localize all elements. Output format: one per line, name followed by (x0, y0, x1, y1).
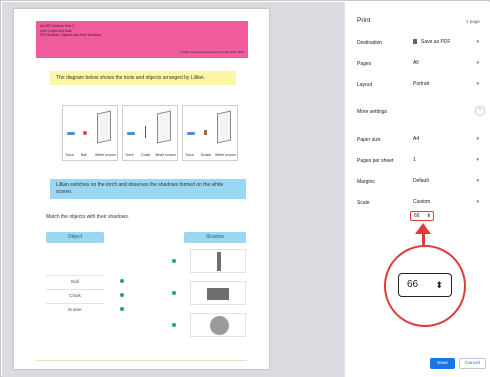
match-dot (172, 259, 176, 263)
scene-label: Ball (81, 153, 87, 157)
white-screen-shape (217, 110, 231, 144)
scene-label: Torch (65, 153, 74, 157)
cancel-button[interactable]: Cancel (459, 358, 486, 369)
white-screen-shape (97, 110, 111, 144)
match-dot (120, 293, 124, 297)
scene-label: Chalk (141, 153, 151, 157)
chevron-down-icon: ▾ (476, 60, 479, 66)
chevron-down-icon: ▾ (476, 199, 479, 205)
scene-label: White screen (215, 153, 236, 157)
zoomed-scale-input: 66 ⬍ (398, 273, 452, 297)
shadow-box-chalk (190, 249, 246, 273)
pages-per-sheet-select[interactable]: 1 ▾ (411, 155, 481, 165)
dialog-title: Print (357, 17, 371, 24)
chalk-icon (145, 126, 146, 138)
scene-ball: Torch Ball White screen (62, 105, 118, 161)
destination-value: Save as PDF (421, 39, 451, 45)
more-settings-label[interactable]: More settings (357, 109, 387, 115)
chevron-down-icon: ▾ (476, 81, 479, 87)
print-preview-area[interactable]: ALLER Science Year 3 Unit 4 Light and Da… (2, 2, 344, 377)
margins-select[interactable]: Default ▾ (411, 176, 481, 186)
layout-value: Portrait (413, 81, 430, 87)
file-icon (413, 39, 417, 44)
torch-icon (187, 132, 195, 135)
print-dialog: ALLER Science Year 3 Unit 4 Light and Da… (0, 0, 490, 377)
layout-select[interactable]: Portrait ▾ (411, 79, 481, 89)
scale-value: Custom (413, 199, 431, 205)
torch-icon (127, 132, 135, 135)
page-count: 1 page (465, 19, 480, 24)
margins-label: Margins (357, 179, 375, 185)
scene-label: Torch (185, 153, 194, 157)
scene-label: White screen (155, 153, 176, 157)
object-label: Chalk (46, 289, 104, 300)
match-dot (120, 307, 124, 311)
chevron-down-icon: ▾ (476, 39, 479, 45)
scale-select[interactable]: Custom ▾ (411, 197, 481, 207)
eraser-shadow-shape (207, 288, 229, 300)
destination-select[interactable]: Save as PDF ▾ (411, 37, 481, 47)
pages-per-sheet-value: 1 (413, 157, 416, 163)
pages-value: All (413, 60, 419, 66)
ball-shadow-shape (210, 316, 229, 335)
destination-label: Destination (357, 40, 383, 46)
page-footer-line (36, 360, 247, 361)
pages-per-sheet-label: Pages per sheet (357, 158, 394, 164)
zoomed-scale-value: 66 (407, 279, 419, 290)
scene-chalk: Torch Chalk White screen (122, 105, 178, 161)
object-row: Eraser (46, 303, 126, 315)
shadow-box-ball (190, 313, 246, 337)
pages-label: Pages (357, 61, 372, 67)
scene-diagram: Torch Ball White screen Torch Chalk Whit… (62, 105, 240, 163)
observation-note: Lillian switches on the torch and observ… (50, 179, 246, 199)
chalk-shadow-shape (217, 252, 221, 271)
spinner-icon[interactable]: ⬍ (427, 212, 431, 220)
match-instruction: Match the objects with their shadows. (46, 214, 130, 220)
pages-select[interactable]: All ▾ (411, 58, 481, 68)
column-header-shadow: Shadow (184, 232, 246, 243)
scene-label: Eraser (201, 153, 212, 157)
header-copyright: © Aller Learning & Assessment Service 20… (180, 50, 244, 54)
object-row: Chalk (46, 289, 126, 301)
custom-scale-input[interactable]: 66 ⬍ (410, 211, 434, 221)
preview-page: ALLER Science Year 3 Unit 4 Light and Da… (14, 9, 269, 369)
layout-label: Layout (357, 82, 373, 88)
spinner-icon: ⬍ (435, 280, 443, 290)
object-label: Ball (46, 275, 104, 286)
intro-text: The diagram below shows the tools and ob… (50, 71, 236, 85)
eraser-icon (204, 130, 207, 135)
shadow-box-eraser (190, 281, 246, 305)
save-button[interactable]: Save (430, 358, 455, 369)
chevron-down-icon: ▾ (476, 178, 479, 184)
margins-value: Default (413, 178, 429, 184)
custom-scale-value: 66 (414, 213, 420, 219)
scene-eraser: Torch Eraser White screen (182, 105, 238, 161)
column-header-object: Object (46, 232, 104, 243)
worksheet-header: ALLER Science Year 3 Unit 4 Light and Da… (36, 21, 248, 58)
paper-size-label: Paper size (357, 137, 381, 143)
scene-label: Torch (125, 153, 134, 157)
chevron-down-icon: ▾ (476, 157, 479, 163)
torch-icon (67, 132, 75, 135)
match-dot (172, 291, 176, 295)
paper-size-select[interactable]: A4 ▾ (411, 134, 481, 144)
ball-icon (83, 131, 87, 135)
white-screen-shape (157, 110, 171, 144)
object-row: Ball (46, 275, 126, 287)
header-line-3: P03 Shadow: Objects and their shadows (40, 33, 102, 38)
scene-label: White screen (95, 153, 116, 157)
chevron-up-icon[interactable]: ⌃ (475, 106, 485, 116)
match-dot (172, 323, 176, 327)
object-label: Eraser (46, 303, 104, 314)
chevron-down-icon: ▾ (476, 136, 479, 142)
paper-size-value: A4 (413, 136, 420, 142)
scale-label: Scale (357, 200, 370, 206)
match-dot (120, 279, 124, 283)
